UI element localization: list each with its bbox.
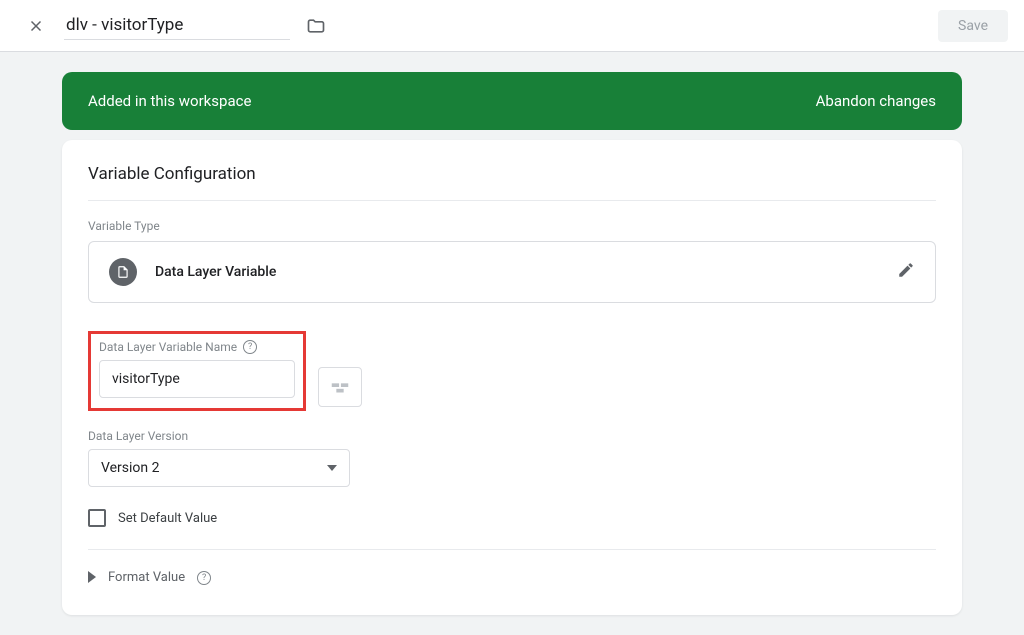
variable-title-input[interactable] bbox=[64, 11, 290, 40]
help-icon[interactable]: ? bbox=[197, 571, 211, 585]
close-icon bbox=[27, 17, 45, 35]
card-title: Variable Configuration bbox=[88, 164, 936, 201]
variable-type-section-label: Variable Type bbox=[88, 219, 936, 233]
version-label: Data Layer Version bbox=[88, 429, 936, 443]
data-layer-icon bbox=[109, 258, 137, 286]
banner-message: Added in this workspace bbox=[88, 92, 251, 110]
variable-name-input[interactable] bbox=[99, 360, 295, 398]
set-default-label: Set Default Value bbox=[118, 511, 217, 526]
format-value-label: Format Value bbox=[108, 570, 185, 585]
variable-picker-button[interactable] bbox=[318, 367, 362, 407]
topbar: Save bbox=[0, 0, 1024, 52]
divider bbox=[88, 549, 936, 550]
close-button[interactable] bbox=[16, 6, 56, 46]
format-value-toggle[interactable]: Format Value ? bbox=[88, 568, 936, 587]
chevron-down-icon bbox=[327, 465, 337, 471]
folder-icon[interactable] bbox=[306, 16, 326, 36]
highlighted-name-section: Data Layer Variable Name ? bbox=[88, 331, 306, 411]
workspace-banner: Added in this workspace Abandon changes bbox=[62, 72, 962, 130]
variable-type-selector[interactable]: Data Layer Variable bbox=[88, 241, 936, 303]
variable-type-name: Data Layer Variable bbox=[155, 264, 276, 280]
save-button[interactable]: Save bbox=[938, 10, 1008, 42]
edit-pencil-icon[interactable] bbox=[897, 261, 915, 283]
config-card: Variable Configuration Variable Type Dat… bbox=[62, 140, 962, 615]
version-select[interactable]: Version 2 bbox=[88, 449, 350, 487]
chevron-right-icon bbox=[88, 568, 96, 587]
variable-name-label: Data Layer Variable Name bbox=[99, 340, 237, 354]
set-default-checkbox[interactable] bbox=[88, 509, 106, 527]
version-value: Version 2 bbox=[101, 460, 159, 476]
help-icon[interactable]: ? bbox=[243, 340, 257, 354]
abandon-changes-link[interactable]: Abandon changes bbox=[816, 92, 936, 110]
